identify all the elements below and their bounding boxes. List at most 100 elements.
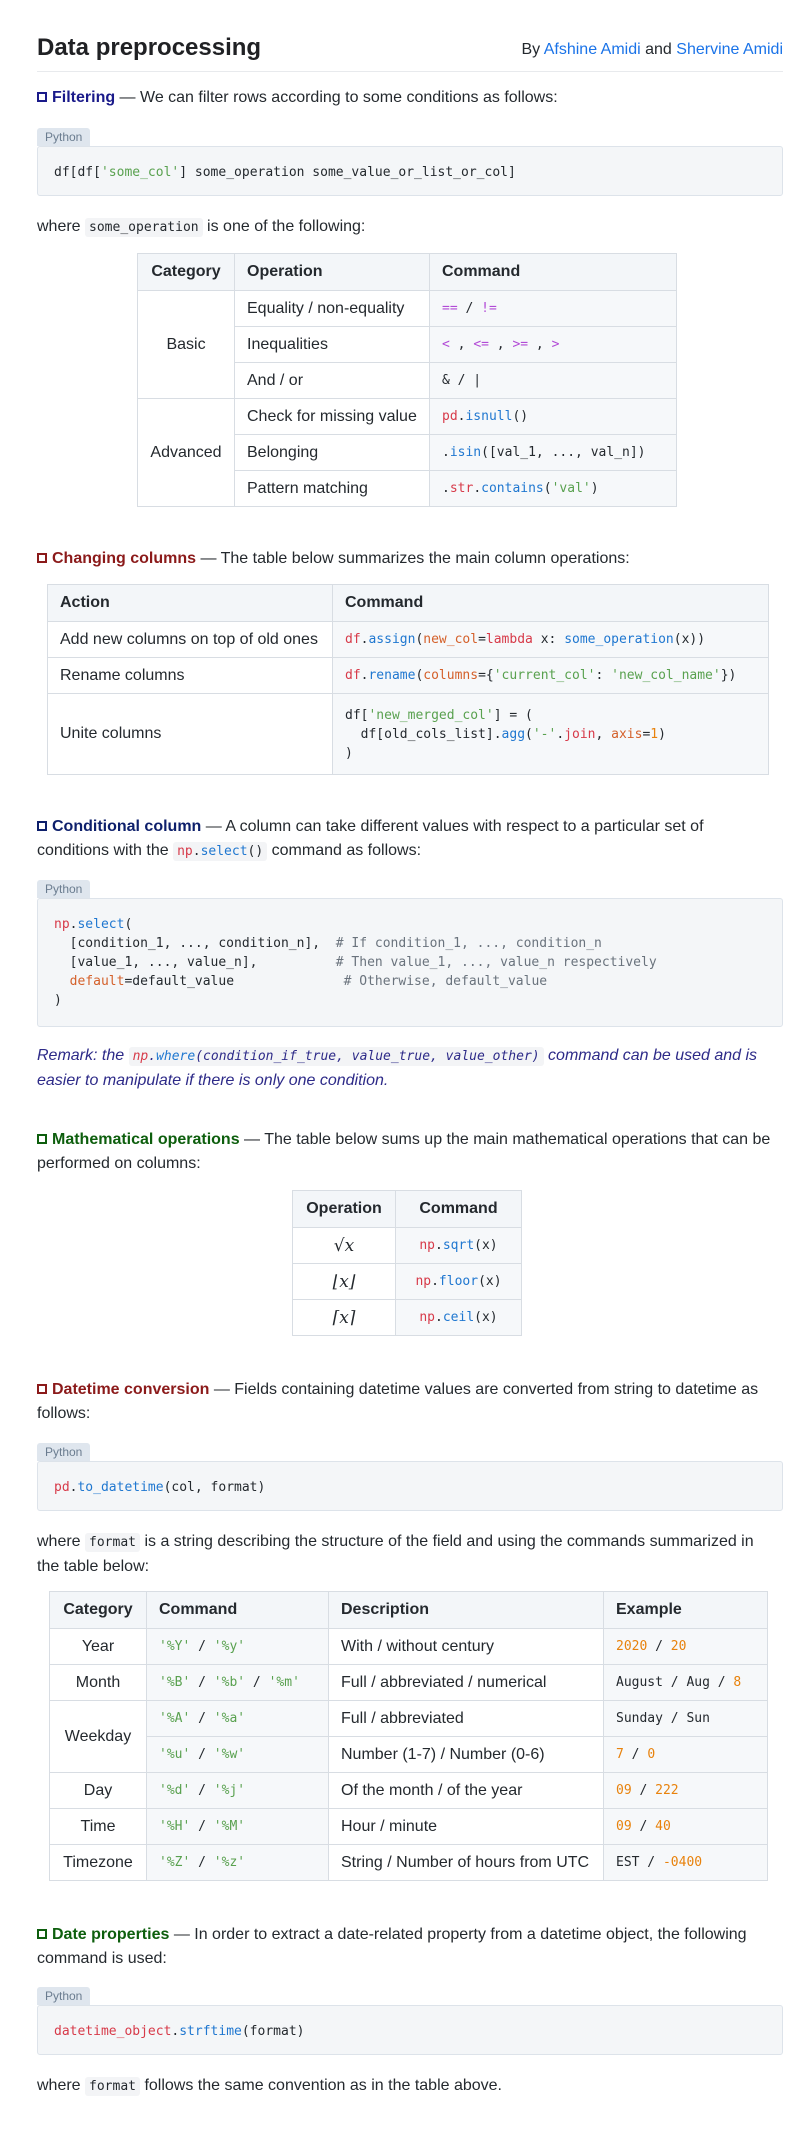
command-cell: .str.contains('val') <box>429 470 677 507</box>
col-header: Operation <box>292 1190 396 1228</box>
section-square-icon <box>37 1134 47 1144</box>
table-row: Rename columns df.rename(columns={'curre… <box>47 657 769 694</box>
command-cell: np.floor(x) <box>395 1263 522 1300</box>
conditional-section: Conditional column — A column can take d… <box>37 818 704 861</box>
category-cell: Basic <box>137 290 235 399</box>
col-header: Category <box>49 1591 147 1629</box>
operation-cell: Inequalities <box>234 326 430 363</box>
command-cell: np.ceil(x) <box>395 1299 522 1336</box>
command-cell: & / | <box>429 362 677 399</box>
table-row: Basic Equality / non-equality == / != <box>137 290 677 399</box>
action-cell: Rename columns <box>47 657 333 694</box>
code-block[interactable]: datetime_object.strftime(format) <box>37 2005 783 2055</box>
authors: By Afshine Amidi and Shervine Amidi <box>522 41 784 62</box>
code-language-label: Python <box>37 1443 91 1461</box>
datetime-section: Datetime conversion — Fields containing … <box>37 1381 759 1422</box>
command-cell: .isin([val_1, ..., val_n]) <box>429 434 677 471</box>
filtering-desc: — We can filter rows according to some c… <box>115 89 558 106</box>
table-row: Time '%H' / '%M' Hour / minute 09 / 40 <box>49 1808 768 1845</box>
page-header: Data preprocessing By Afshine Amidi and … <box>37 0 783 72</box>
author-link-shervine[interactable]: Shervine Amidi <box>676 41 783 58</box>
command-cell: df['new_merged_col'] = ( df[old_cols_lis… <box>332 693 769 775</box>
category-cell: Advanced <box>137 398 235 507</box>
section-square-icon <box>37 1929 47 1939</box>
table-row: ⌊x⌋ np.floor(x) <box>292 1263 522 1300</box>
code-language-label: Python <box>37 128 91 146</box>
section-title-datetime: Datetime conversion <box>52 1381 210 1398</box>
table-row: Add new columns on top of old ones df.as… <box>47 621 769 658</box>
code-language-label: Python <box>37 880 91 898</box>
datetime-where: where format is a string describing the … <box>37 1533 754 1575</box>
datetime-code-block: Python pd.to_datetime(col, format) <box>37 1443 783 1511</box>
page: Data preprocessing By Afshine Amidi and … <box>37 0 783 2096</box>
inline-code: some_operation <box>85 218 203 237</box>
section-title-changing: Changing columns <box>52 550 196 567</box>
col-header: Command <box>332 584 769 622</box>
changing-section: Changing columns — The table below summa… <box>37 547 783 571</box>
section-title-dateprops: Date properties <box>52 1926 170 1943</box>
table-row: Weekday '%A' / '%a' Full / abbreviated S… <box>49 1700 768 1773</box>
section-title-conditional: Conditional column <box>52 818 202 835</box>
command-cell: df.rename(columns={'current_col': 'new_c… <box>332 657 769 694</box>
command-cell: df.assign(new_col=lambda x: some_operati… <box>332 621 769 658</box>
section-square-icon <box>37 1384 47 1394</box>
operation-cell: ⌊x⌋ <box>292 1263 396 1300</box>
section-square-icon <box>37 821 47 831</box>
conditional-code-block: Python np.select( [condition_1, ..., con… <box>37 880 783 1027</box>
command-cell: == / != <box>429 290 677 327</box>
col-header: Action <box>47 584 333 622</box>
operation-cell: √x <box>292 1227 396 1264</box>
col-header: Operation <box>234 253 430 291</box>
author-link-afshine[interactable]: Afshine Amidi <box>544 41 641 58</box>
code-block[interactable]: np.select( [condition_1, ..., condition_… <box>37 898 783 1027</box>
command-cell: pd.isnull() <box>429 398 677 435</box>
operation-cell: Belonging <box>234 434 430 471</box>
table-row: ⌈x⌉ np.ceil(x) <box>292 1299 522 1336</box>
code-language-label: Python <box>37 1987 91 2005</box>
section-square-icon <box>37 92 47 102</box>
table-row: √x np.sqrt(x) <box>292 1227 522 1264</box>
dateprops-code-block: Python datetime_object.strftime(format) <box>37 1987 783 2055</box>
section-title-math: Mathematical operations <box>52 1131 240 1148</box>
changing-table: Action Command Add new columns on top of… <box>47 584 769 775</box>
col-header: Command <box>429 253 677 291</box>
changing-desc: — The table below summarizes the main co… <box>196 550 630 567</box>
table-row: Month '%B' / '%b' / '%m' Full / abbrevia… <box>49 1664 768 1701</box>
command-cell: np.sqrt(x) <box>395 1227 522 1264</box>
col-header: Command <box>146 1591 329 1629</box>
table-row: Day '%d' / '%j' Of the month / of the ye… <box>49 1772 768 1809</box>
conditional-remark: Remark: the np.where(condition_if_true, … <box>37 1047 758 1089</box>
code-block[interactable]: df[df['some_col'] some_operation some_va… <box>37 146 783 196</box>
datetime-table: Category Command Description Example Yea… <box>49 1591 768 1881</box>
operation-cell: And / or <box>234 362 430 399</box>
table-row: Year '%Y' / '%y' With / without century … <box>49 1628 768 1665</box>
section-title-filtering: Filtering <box>52 89 116 106</box>
math-section: Mathematical operations — The table belo… <box>37 1131 771 1172</box>
code-block[interactable]: pd.to_datetime(col, format) <box>37 1461 783 1511</box>
dateprops-where: where format follows the same convention… <box>37 2077 502 2096</box>
table-row: '%u' / '%w' Number (1-7) / Number (0-6) … <box>50 1736 768 1773</box>
filtering-code-block: Python df[df['some_col'] some_operation … <box>37 128 783 196</box>
col-header: Example <box>603 1591 768 1629</box>
operation-cell: Equality / non-equality <box>234 290 430 327</box>
col-header: Description <box>328 1591 604 1629</box>
table-row: Timezone '%Z' / '%z' String / Number of … <box>49 1844 768 1881</box>
and-label: and <box>645 41 672 58</box>
math-table: Operation Command √x np.sqrt(x) ⌊x⌋ np.f… <box>292 1190 522 1336</box>
operation-cell: Pattern matching <box>234 470 430 507</box>
filtering-table: Category Operation Command Basic Equalit… <box>137 253 677 507</box>
table-row: Advanced Check for missing value pd.isnu… <box>137 398 677 507</box>
command-cell: < , <= , >= , > <box>429 326 677 363</box>
section-square-icon <box>37 553 47 563</box>
col-header: Category <box>137 253 235 291</box>
col-header: Command <box>395 1190 522 1228</box>
table-row: Unite columns df['new_merged_col'] = ( d… <box>47 693 769 775</box>
filtering-section: Filtering — We can filter rows according… <box>37 86 783 110</box>
by-label: By <box>521 41 541 58</box>
dateprops-section: Date properties — In order to extract a … <box>37 1926 747 1967</box>
filtering-where: where some_operation is one of the follo… <box>37 218 366 237</box>
action-cell: Add new columns on top of old ones <box>47 621 333 658</box>
page-title: Data preprocessing <box>37 34 262 61</box>
action-cell: Unite columns <box>47 693 333 775</box>
operation-cell: ⌈x⌉ <box>292 1299 396 1336</box>
